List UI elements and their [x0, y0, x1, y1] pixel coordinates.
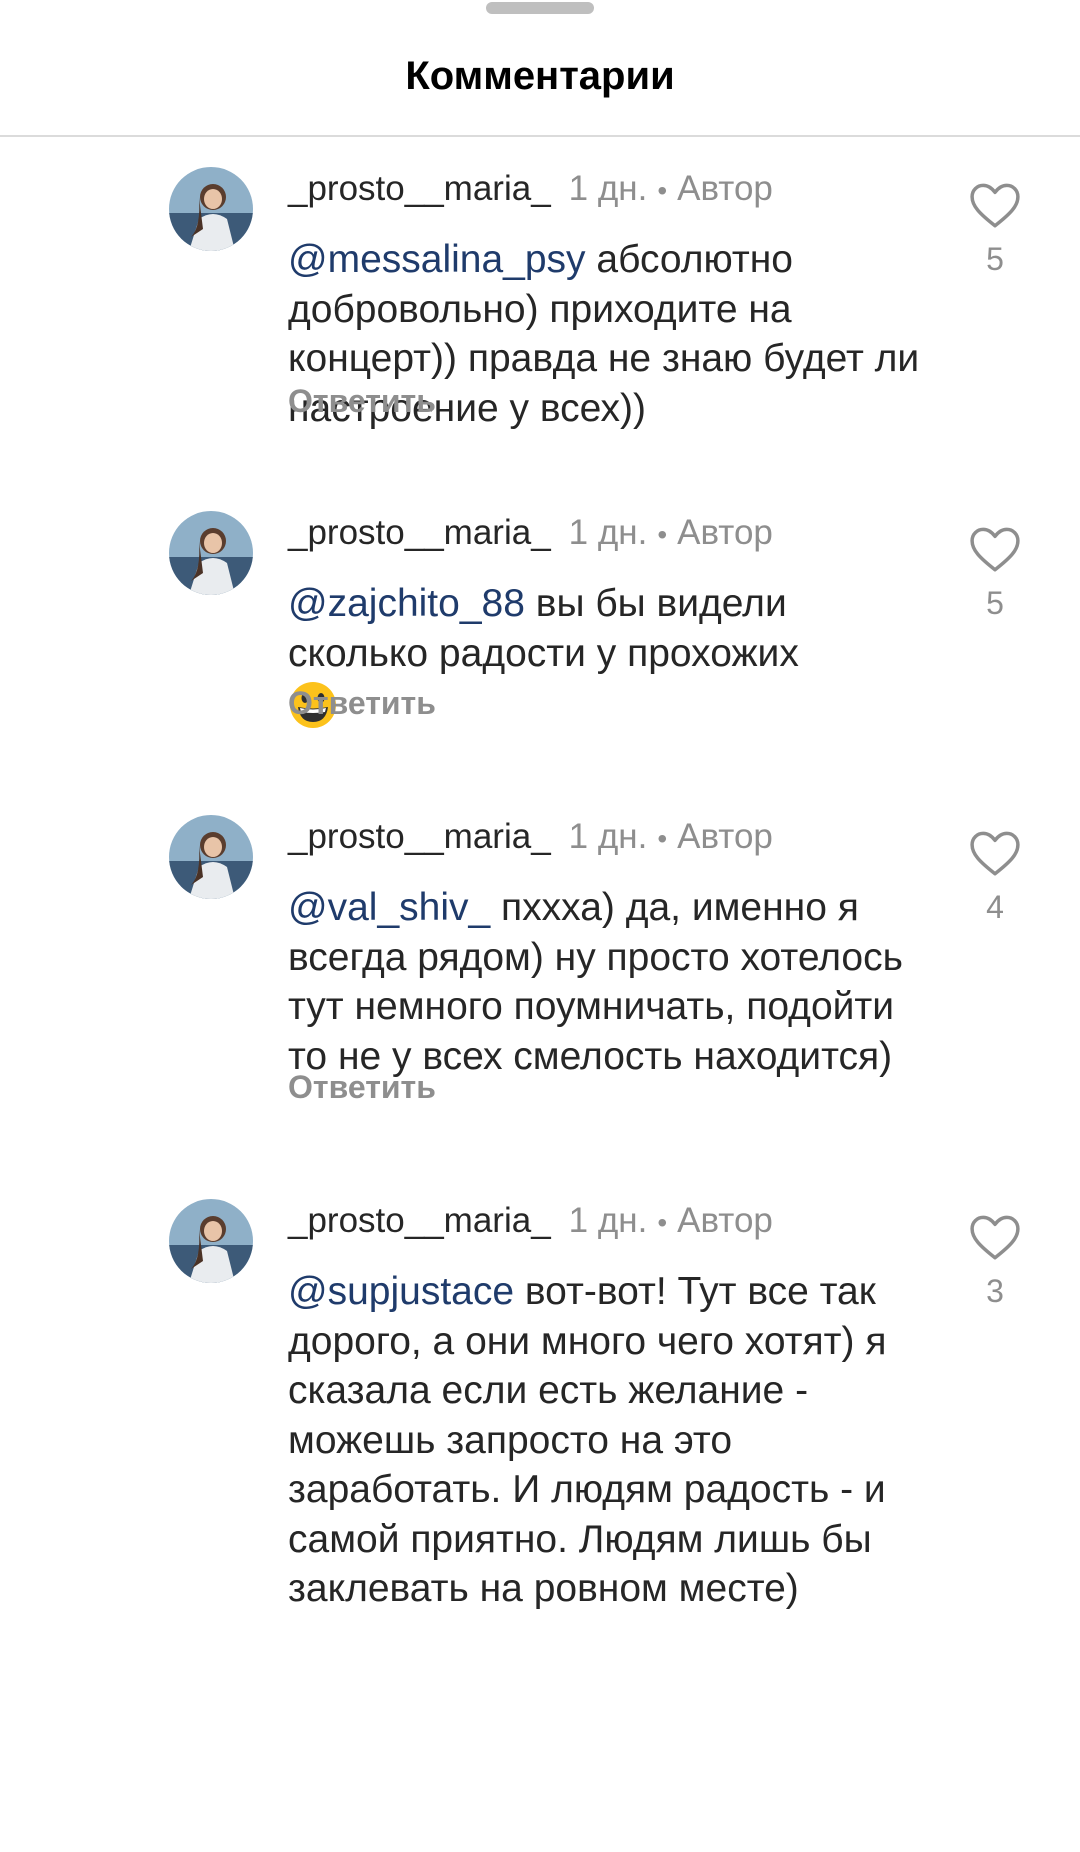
heart-outline-icon: [970, 527, 1020, 572]
comment-meta: _prosto__maria_ 1 дн. • Автор: [288, 169, 773, 211]
comment-meta: _prosto__maria_ 1 дн. • Автор: [288, 1201, 773, 1243]
heart-outline-icon: [970, 831, 1020, 876]
heart-outline-icon: [970, 183, 1020, 228]
timestamp: 1 дн.: [568, 169, 648, 208]
comment-meta: _prosto__maria_ 1 дн. • Автор: [288, 513, 773, 555]
timestamp: 1 дн.: [568, 817, 648, 856]
avatar-photo: [169, 815, 253, 899]
author-badge: Автор: [677, 169, 773, 208]
mention-link[interactable]: @zajchito_88: [288, 582, 525, 625]
like-count: 4: [986, 889, 1004, 925]
comment-text: @val_shiv_ пхxха) да, именно я всегда ря…: [288, 883, 928, 1081]
page-title: Комментарии: [405, 54, 675, 98]
like-button[interactable]: 5: [968, 181, 1022, 278]
like-button[interactable]: 5: [968, 525, 1022, 622]
username[interactable]: _prosto__maria_: [288, 817, 551, 856]
mention-link[interactable]: @messalina_psy: [288, 238, 586, 281]
like-count: 5: [986, 585, 1004, 621]
avatar-photo: [169, 1199, 253, 1283]
timestamp: 1 дн.: [568, 513, 648, 552]
like-button[interactable]: 4: [968, 829, 1022, 926]
avatar[interactable]: [169, 815, 253, 899]
username[interactable]: _prosto__maria_: [288, 1201, 551, 1240]
like-button[interactable]: 3: [968, 1213, 1022, 1310]
reply-button[interactable]: Ответить: [288, 383, 436, 420]
heart-outline-icon: [970, 1215, 1020, 1260]
avatar-photo: [169, 167, 253, 251]
drag-handle[interactable]: [486, 2, 594, 14]
avatar[interactable]: [169, 167, 253, 251]
avatar-photo: [169, 511, 253, 595]
separator-dot: •: [657, 519, 668, 550]
username[interactable]: _prosto__maria_: [288, 169, 551, 208]
comments-header: Комментарии: [0, 0, 1080, 137]
like-count: 3: [986, 1273, 1004, 1309]
username[interactable]: _prosto__maria_: [288, 513, 551, 552]
like-count: 5: [986, 241, 1004, 277]
separator-dot: •: [657, 823, 668, 854]
author-badge: Автор: [677, 513, 773, 552]
comment-body: вот-вот! Тут все так дорого, а они много…: [288, 1270, 887, 1610]
reply-button[interactable]: Ответить: [288, 685, 436, 722]
separator-dot: •: [657, 175, 668, 206]
avatar[interactable]: [169, 511, 253, 595]
comment-meta: _prosto__maria_ 1 дн. • Автор: [288, 817, 773, 859]
author-badge: Автор: [677, 817, 773, 856]
mention-link[interactable]: @val_shiv_: [288, 886, 490, 929]
timestamp: 1 дн.: [568, 1201, 648, 1240]
comments-sheet: Комментарии _prosto__maria_ 1 дн. • Автор @…: [0, 0, 1080, 1852]
author-badge: Автор: [677, 1201, 773, 1240]
separator-dot: •: [657, 1207, 668, 1238]
comment-text: @supjustace вот-вот! Тут все так дорого,…: [288, 1267, 948, 1614]
avatar[interactable]: [169, 1199, 253, 1283]
reply-button[interactable]: Ответить: [288, 1069, 436, 1106]
mention-link[interactable]: @supjustace: [288, 1270, 514, 1313]
